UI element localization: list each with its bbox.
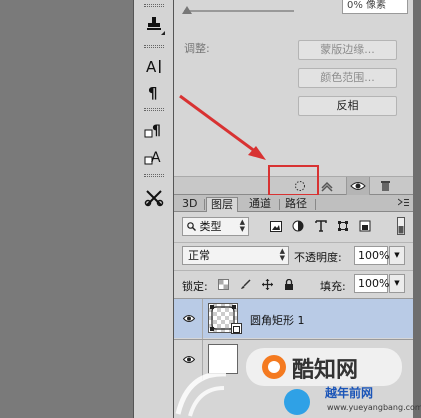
filter-shape-icon[interactable] [337, 220, 349, 232]
lock-all-icon[interactable] [284, 278, 295, 290]
layers-panel: 类型 ▲ ▼ 正常 ▲ ▼ 不透明度: 100% ▼ 锁定: 填充: 100% … [174, 212, 413, 418]
site-brand-name: 越年前网 [325, 386, 374, 400]
opacity-label: 不透明度: [294, 251, 342, 264]
filter-pixel-icon[interactable] [270, 220, 282, 232]
filter-type-icon[interactable] [315, 220, 327, 232]
tab-channels[interactable]: 通道 [245, 197, 275, 212]
tab-3d[interactable]: 3D [178, 197, 201, 212]
opacity-dropdown-button[interactable]: ▼ [389, 246, 405, 265]
filter-toggle-icon[interactable] [396, 217, 406, 235]
layer-row-background[interactable] [174, 339, 413, 380]
chevron-updown-icon: ▲ ▼ [279, 247, 285, 262]
lock-transparent-icon[interactable] [218, 279, 229, 290]
chevron-updown-icon: ▲ ▼ [239, 218, 245, 233]
filter-kind-select[interactable]: 类型 ▲ ▼ [182, 217, 249, 236]
tab-layers[interactable]: 图层 [206, 197, 238, 212]
tab-paths[interactable]: 路径 [281, 197, 311, 212]
vector-mask-badge-icon [231, 323, 242, 334]
panel-menu-icon[interactable] [397, 198, 409, 210]
layer-thumbnail[interactable] [208, 344, 238, 374]
opacity-input[interactable]: 100% [354, 246, 389, 265]
panel-tab-bar: 3D 图层 通道 路径 [174, 195, 413, 212]
filter-kind-label: 类型 [199, 220, 222, 233]
fill-label: 填充: [320, 280, 346, 293]
lock-position-move-icon[interactable] [262, 279, 273, 290]
site-brand-url: www.yueyangbang.com [327, 403, 421, 412]
filter-smart-object-icon[interactable] [359, 220, 371, 232]
fill-input[interactable]: 100% [354, 274, 389, 293]
tab-divider [279, 199, 280, 210]
layer-filter-row: 类型 ▲ ▼ [174, 212, 413, 240]
layer-row-rounded-rect[interactable]: 圆角矩形 1 [174, 298, 413, 339]
annotation-highlight-box [268, 165, 319, 196]
filter-adjustment-icon[interactable] [292, 220, 304, 232]
tab-divider [204, 199, 205, 210]
layer-eye-icon[interactable] [182, 354, 196, 367]
blend-mode-label: 正常 [188, 249, 210, 262]
chevron-down-icon: ▼ [394, 279, 400, 287]
blend-mode-select[interactable]: 正常 ▲ ▼ [182, 246, 289, 265]
search-icon [187, 220, 200, 233]
fill-dropdown-button[interactable]: ▼ [389, 274, 405, 293]
layer-eye-icon[interactable] [182, 313, 196, 326]
layer-name[interactable]: 圆角矩形 1 [250, 312, 305, 328]
tab-divider [315, 199, 316, 210]
chevron-down-icon: ▼ [394, 251, 400, 259]
lock-pixels-brush-icon[interactable] [240, 279, 251, 290]
lock-label: 锁定: [182, 280, 208, 293]
blend-opacity-row: 正常 ▲ ▼ 不透明度: 100% ▼ [174, 242, 413, 268]
lock-fill-row: 锁定: 填充: 100% ▼ [174, 270, 413, 296]
